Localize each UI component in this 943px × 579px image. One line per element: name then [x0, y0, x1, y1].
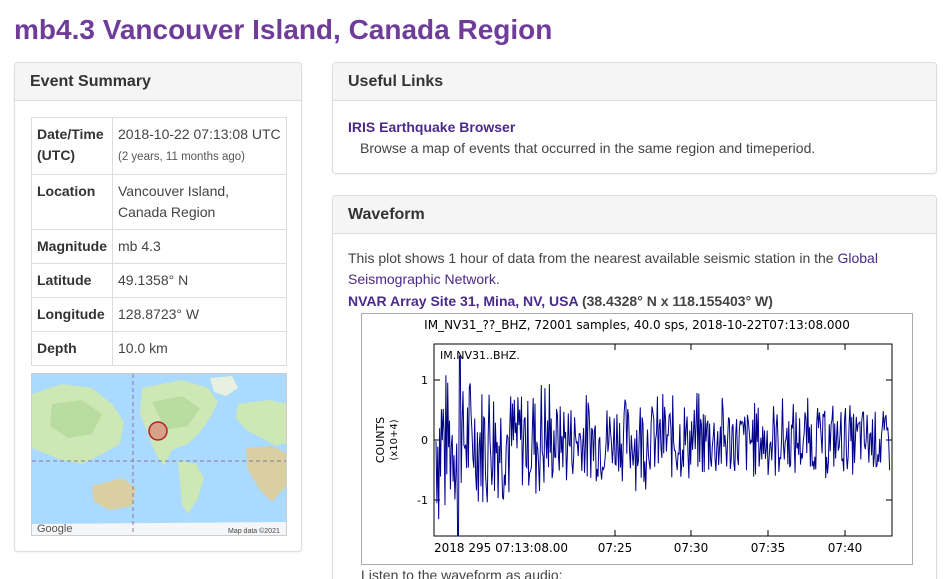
event-summary-panel: Event Summary Date/Time (UTC) 2018-10-22… [14, 62, 302, 552]
row-key: Latitude [31, 263, 113, 298]
iris-link-description: Browse a map of events that occurred in … [360, 140, 816, 156]
table-row: Longitude 128.8723° W [31, 297, 287, 332]
iris-earthquake-browser-link[interactable]: IRIS Earthquake Browser [348, 119, 515, 135]
trace-label: IM.NV31..BHZ. [440, 349, 520, 362]
x-tick-label: 2018 295 07:13:08.00 [434, 541, 568, 555]
row-value: Vancouver Island, Canada Region [112, 174, 287, 230]
map-credit: Map data ©2021 [228, 527, 280, 535]
relative-time: (2 years, 11 months ago) [118, 151, 245, 163]
table-row: Date/Time (UTC) 2018-10-22 07:13:08 UTC … [31, 117, 287, 175]
station-link[interactable]: NVAR Array Site 31, Mina, NV, USA [348, 293, 578, 309]
page-title: mb4.3 Vancouver Island, Canada Region [14, 14, 553, 45]
row-value: 10.0 km [112, 331, 287, 366]
row-key: Location [31, 174, 113, 230]
map-graphic: Google Map data ©2021 [32, 374, 286, 535]
row-value: 2018-10-22 07:13:08 UTC (2 years, 11 mon… [112, 117, 287, 175]
google-logo: Google [37, 523, 72, 535]
audio-label: Listen to the waveform as audio: [361, 567, 563, 579]
row-value: 49.1358° N [112, 263, 287, 298]
row-value: 128.8723° W [112, 297, 287, 332]
waveform-chart: IM_NV31_??_BHZ, 72001 samples, 40.0 sps,… [374, 318, 893, 555]
waveform-panel: Waveform This plot shows 1 hour of data … [332, 195, 937, 579]
row-value: mb 4.3 [112, 229, 287, 264]
waveform-trace [435, 355, 891, 537]
x-tick-label: 07:30 [674, 541, 709, 555]
y-tick-label: -1 [417, 494, 428, 507]
waveform-plot: IM_NV31_??_BHZ, 72001 samples, 40.0 sps,… [361, 313, 913, 565]
row-key: Longitude [31, 297, 113, 332]
x-tick-label: 07:40 [828, 541, 863, 555]
row-key: Depth [31, 331, 113, 366]
y-tick-label: 0 [421, 434, 428, 447]
useful-links-heading: Useful Links [333, 63, 936, 101]
y-axis-label: COUNTS [374, 417, 387, 463]
y-axis-scale: (x10+4) [389, 419, 400, 460]
table-row: Depth 10.0 km [31, 331, 287, 366]
station-line: NVAR Array Site 31, Mina, NV, USA (38.43… [348, 293, 773, 309]
event-summary-heading: Event Summary [15, 63, 301, 101]
row-key: Magnitude [31, 229, 113, 264]
useful-links-panel: Useful Links IRIS Earthquake Browser Bro… [332, 62, 937, 174]
row-key: Date/Time (UTC) [31, 117, 113, 175]
table-row: Magnitude mb 4.3 [31, 229, 287, 264]
event-marker[interactable] [148, 421, 168, 441]
station-coords: (38.4328° N x 118.155403° W) [581, 293, 773, 309]
intro-text: This plot shows 1 hour of data from the … [348, 250, 834, 266]
table-row: Latitude 49.1358° N [31, 263, 287, 298]
y-tick-label: 1 [421, 374, 428, 387]
waveform-heading: Waveform [333, 196, 936, 234]
datetime-value: 2018-10-22 07:13:08 UTC [118, 126, 281, 142]
intro-end: . [495, 271, 500, 287]
waveform-intro: This plot shows 1 hour of data from the … [348, 248, 918, 290]
event-summary-table: Date/Time (UTC) 2018-10-22 07:13:08 UTC … [31, 117, 287, 366]
event-location-map[interactable]: Google Map data ©2021 [31, 373, 287, 536]
plot-title: IM_NV31_??_BHZ, 72001 samples, 40.0 sps,… [424, 318, 850, 332]
table-row: Location Vancouver Island, Canada Region [31, 174, 287, 230]
x-tick-label: 07:25 [598, 541, 633, 555]
x-tick-label: 07:35 [751, 541, 786, 555]
